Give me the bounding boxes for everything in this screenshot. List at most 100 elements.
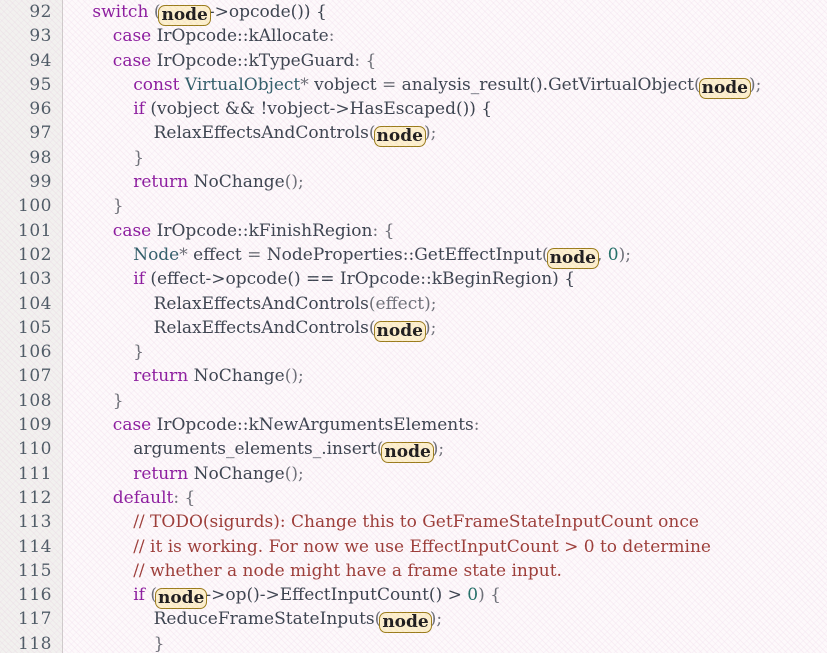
highlighted-token-node[interactable]: node: [158, 5, 211, 26]
code-editor-pane[interactable]: 92 switch (node->opcode()) {93 case IrOpco…: [0, 0, 827, 653]
code-token: 0: [467, 585, 479, 606]
code-token: NodeProperties::GetEffectInput: [266, 244, 542, 265]
code-token: RelaxEffectsAndControls: [153, 123, 369, 144]
line-number: 92: [29, 2, 52, 22]
line-number: 113: [18, 512, 52, 533]
code-line[interactable]: 95 const VirtualObject* vobject = analysi…: [0, 73, 827, 99]
line-number: 110: [18, 439, 52, 460]
code-line-text: return NoChange();: [133, 170, 304, 194]
code-line[interactable]: 100}: [0, 194, 827, 218]
comment-token: // whether a node might have a frame sta…: [133, 560, 562, 581]
code-token: =: [381, 74, 402, 95]
code-line[interactable]: 114 // it is working. For now we use Effe…: [0, 535, 827, 559]
code-token: Node: [133, 244, 180, 265]
code-line[interactable]: 104 RelaxEffectsAndControls(effect);: [0, 292, 827, 316]
keyword-token: case: [112, 50, 157, 71]
code-line[interactable]: 112 default: {: [0, 486, 827, 510]
keyword-token: default: [112, 487, 174, 508]
highlighted-token-node[interactable]: node: [373, 320, 426, 342]
line-number: 99: [29, 172, 52, 193]
code-line[interactable]: 92 switch (node->opcode()) {: [0, 0, 827, 26]
keyword-token: if: [133, 585, 151, 606]
code-line[interactable]: 101 case IrOpcode::kFinishRegion: {: [0, 219, 827, 243]
code-line-text: RelaxEffectsAndControls(node);: [154, 316, 436, 342]
line-number: 114: [18, 536, 52, 557]
code-token: (effect->opcode() == IrOpcode::kBeginReg…: [150, 269, 576, 290]
code-token: }: [112, 196, 124, 217]
code-line[interactable]: 109 case IrOpcode::kNewArgumentsElements:: [0, 413, 827, 437]
highlighted-token-node[interactable]: node: [698, 77, 751, 99]
line-number: 106: [18, 342, 52, 363]
code-token: 0: [607, 244, 619, 265]
code-line-text: case IrOpcode::kNewArgumentsElements:: [113, 413, 480, 437]
code-line[interactable]: 116 if (node->op()->EffectInputCount() > …: [0, 583, 827, 610]
code-line[interactable]: 99 return NoChange();: [0, 170, 827, 194]
keyword-token: case: [112, 26, 157, 47]
keyword-token: if: [133, 99, 151, 120]
code-line-text: default: {: [113, 486, 196, 510]
code-line[interactable]: 110 arguments_elements_.insert(node);: [0, 437, 827, 464]
code-token: IrOpcode::kFinishRegion: [156, 220, 373, 241]
code-line[interactable]: 107 return NoChange();: [0, 364, 827, 388]
keyword-token: const: [133, 74, 185, 95]
code-line-text: }: [113, 389, 124, 413]
highlighted-token-node[interactable]: node: [546, 247, 599, 269]
code-line[interactable]: 108}: [0, 389, 827, 413]
keyword-token: return: [133, 463, 194, 484]
code-line-text: if (node->op()->EffectInputCount() > 0) …: [133, 583, 501, 610]
highlighted-token-node[interactable]: node: [373, 126, 426, 148]
highlighted-token-node[interactable]: node: [381, 442, 434, 464]
code-line[interactable]: 106}: [0, 340, 827, 364]
code-token: : {: [372, 220, 395, 241]
code-token: NoChange: [193, 172, 285, 193]
code-line[interactable]: 94 case IrOpcode::kTypeGuard: {: [0, 49, 827, 73]
code-token: =: [247, 244, 267, 265]
code-token: NoChange: [193, 366, 285, 387]
code-line-text: }: [133, 340, 144, 364]
code-token: (vobject && !vobject->HasEscaped()) {: [150, 99, 493, 120]
code-token: effect: [193, 244, 248, 265]
code-line-text: }: [154, 632, 165, 653]
code-line[interactable]: 115 // whether a node might have a frame …: [0, 559, 827, 583]
keyword-token: return: [133, 366, 194, 387]
line-number: 100: [18, 196, 52, 217]
code-line[interactable]: 118}: [0, 632, 827, 653]
code-line[interactable]: 97 RelaxEffectsAndControls(node);: [0, 121, 827, 148]
line-number: 117: [18, 609, 52, 630]
keyword-token: return: [133, 172, 194, 193]
code-token: IrOpcode::kTypeGuard: [156, 50, 355, 71]
code-line-text: arguments_elements_.insert(node);: [133, 437, 444, 464]
code-line[interactable]: 102 Node* effect = NodeProperties::GetEff…: [0, 243, 827, 269]
code-token: :: [328, 26, 335, 47]
code-line-text: ReduceFrameStateInputs(node);: [154, 607, 442, 634]
highlighted-token-node[interactable]: node: [379, 612, 432, 634]
code-token: ->op()->EffectInputCount() >: [205, 585, 468, 606]
code-token: RelaxEffectsAndControls: [153, 293, 369, 314]
code-line[interactable]: 111 return NoChange();: [0, 462, 827, 486]
line-number: 116: [18, 585, 52, 606]
code-line[interactable]: 96 if (vobject && !vobject->HasEscaped())…: [0, 97, 827, 121]
comment-token: // it is working. For now we use EffectI…: [133, 536, 711, 557]
keyword-token: if: [133, 269, 151, 290]
highlighted-token-node[interactable]: node: [154, 588, 208, 610]
code-line-text: // whether a node might have a frame sta…: [133, 559, 562, 583]
code-line[interactable]: 105 RelaxEffectsAndControls(node);: [0, 316, 827, 342]
code-line-text: switch (node->opcode()) {: [92, 0, 327, 26]
line-number: 105: [18, 317, 52, 338]
code-token: ) {: [478, 585, 501, 606]
code-line[interactable]: 117 ReduceFrameStateInputs(node);: [0, 607, 827, 634]
code-token: ();: [284, 366, 304, 387]
code-line[interactable]: 93 case IrOpcode::kAllocate:: [0, 24, 827, 48]
code-line[interactable]: 98}: [0, 146, 827, 170]
code-token: : {: [173, 487, 196, 508]
code-token: );: [618, 244, 631, 265]
code-line-text: case IrOpcode::kTypeGuard: {: [113, 49, 377, 73]
code-token: ->opcode()) {: [208, 2, 327, 22]
code-line[interactable]: 113 // TODO(sigurds): Change this to GetF…: [0, 510, 827, 534]
code-line[interactable]: 103 if (effect->opcode() == IrOpcode::kBe…: [0, 267, 827, 291]
code-line-text: if (effect->opcode() == IrOpcode::kBegin…: [133, 267, 575, 291]
code-token: *: [300, 74, 315, 95]
line-number: 102: [18, 244, 52, 265]
line-number: 95: [29, 74, 52, 95]
code-line-text: if (vobject && !vobject->HasEscaped()) {: [133, 97, 492, 121]
